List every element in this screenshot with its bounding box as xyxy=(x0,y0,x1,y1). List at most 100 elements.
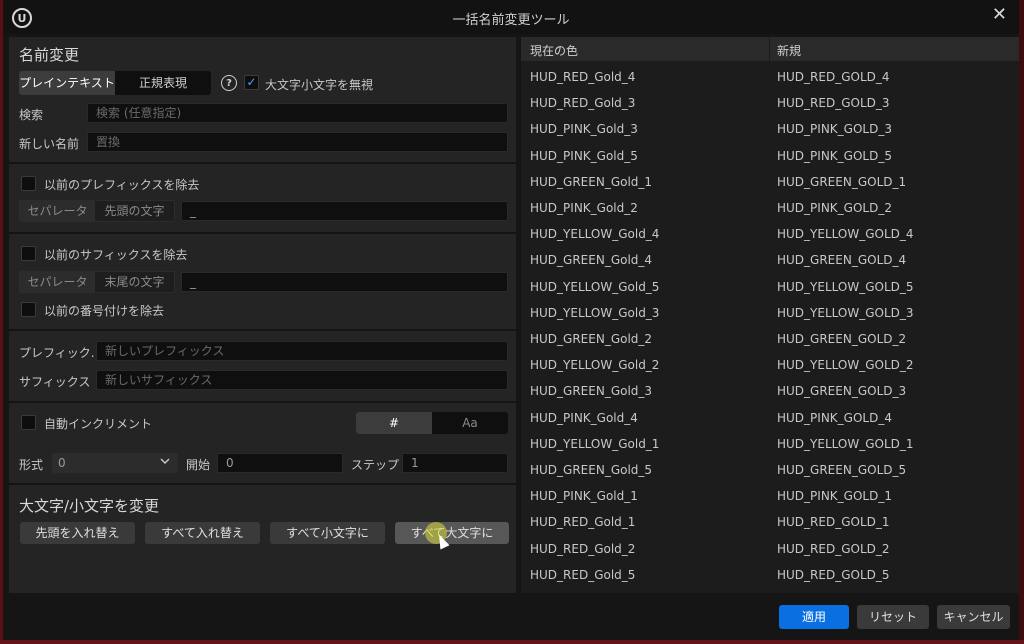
prefix-mode-label: 先頭の文字 xyxy=(95,201,174,221)
all-lowercase-button[interactable]: すべて小文字に xyxy=(270,522,385,544)
current-name-cell: HUD_YELLOW_Gold_2 xyxy=(530,358,660,373)
table-row[interactable]: HUD_PINK_Gold_2 HUD_PINK_GOLD_2 xyxy=(521,195,1019,221)
current-name-cell: HUD_PINK_Gold_4 xyxy=(530,410,638,425)
mode-toggle: プレインテキスト 正規表現 xyxy=(19,71,211,95)
mode-tab-regex[interactable]: 正規表現 xyxy=(115,71,211,95)
new-name-cell: HUD_GREEN_GOLD_3 xyxy=(777,384,907,399)
format-dropdown[interactable]: 0 xyxy=(52,453,178,473)
table-row[interactable]: HUD_RED_Gold_5 HUD_RED_GOLD_5 xyxy=(521,562,1019,588)
capitalize-first-button[interactable]: 先頭を入れ替え xyxy=(20,522,135,544)
table-row[interactable]: HUD_RED_Gold_3 HUD_RED_GOLD_3 xyxy=(521,90,1019,116)
current-name-cell: HUD_YELLOW_Gold_5 xyxy=(530,279,660,294)
table-row[interactable]: HUD_YELLOW_Gold_2 HUD_YELLOW_GOLD_2 xyxy=(521,352,1019,378)
new-name-cell: HUD_GREEN_GOLD_1 xyxy=(777,174,907,189)
table-row[interactable]: HUD_GREEN_Gold_1 HUD_GREEN_GOLD_1 xyxy=(521,169,1019,195)
all-uppercase-button[interactable]: すべて大文字に xyxy=(395,522,509,544)
suffix-input[interactable]: 新しいサフィックス xyxy=(96,370,508,390)
new-name-cell: HUD_PINK_GOLD_5 xyxy=(777,148,892,163)
suffix-separator-mode[interactable]: セパレータ 末尾の文字 xyxy=(19,271,175,293)
increment-style-letter[interactable]: Aa xyxy=(432,412,508,434)
preview-table: 現在の色 新規 HUD_RED_Gold_4 HUD_RED_GOLD_4 HUD_… xyxy=(521,37,1019,593)
current-name-cell: HUD_GREEN_Gold_5 xyxy=(530,463,653,477)
new-name-cell: HUD_YELLOW_GOLD_5 xyxy=(777,279,914,294)
auto-increment-checkbox[interactable] xyxy=(21,415,36,430)
start-input[interactable]: 0 xyxy=(217,453,343,473)
cancel-button[interactable]: キャンセル xyxy=(937,605,1010,629)
prefix-separator-input[interactable]: _ xyxy=(181,201,508,221)
current-name-cell: HUD_PINK_Gold_5 xyxy=(530,148,638,163)
new-name-input[interactable]: 置換 xyxy=(87,132,508,152)
background-edge-bottom xyxy=(0,640,1024,644)
apply-button[interactable]: 適用 xyxy=(779,605,849,629)
title-bar: U 一括名前変更ツール ✕ xyxy=(3,0,1019,34)
step-input[interactable]: 1 xyxy=(402,453,508,473)
new-name-cell: HUD_PINK_GOLD_1 xyxy=(777,489,892,504)
divider xyxy=(9,329,516,331)
table-row[interactable]: HUD_PINK_Gold_1 HUD_PINK_GOLD_1 xyxy=(521,483,1019,509)
new-name-label: 新しい名前 xyxy=(19,137,80,151)
current-name-cell: HUD_RED_Gold_3 xyxy=(530,96,636,111)
table-row[interactable]: HUD_YELLOW_Gold_4 HUD_YELLOW_GOLD_4 xyxy=(521,221,1019,247)
suffix-separator-input[interactable]: _ xyxy=(181,272,508,292)
remove-numbering-label: 以前の番号付けを除去 xyxy=(44,304,165,318)
new-name-cell: HUD_RED_GOLD_4 xyxy=(777,70,890,84)
table-row[interactable]: HUD_GREEN_Gold_2 HUD_GREEN_GOLD_2 xyxy=(521,326,1019,352)
table-row[interactable]: HUD_RED_Gold_1 HUD_RED_GOLD_1 xyxy=(521,509,1019,535)
table-row[interactable]: HUD_PINK_Gold_4 HUD_PINK_GOLD_4 xyxy=(521,405,1019,431)
new-name-cell: HUD_RED_GOLD_5 xyxy=(777,567,890,582)
column-divider[interactable] xyxy=(769,37,770,61)
table-row[interactable]: HUD_PINK_Gold_3 HUD_PINK_GOLD_3 xyxy=(521,116,1019,142)
ignore-case-checkbox[interactable]: ✓ xyxy=(244,75,259,90)
bulk-rename-dialog: U 一括名前変更ツール ✕ 名前変更 プレインテキスト 正規表現 ? ✓ 大文字… xyxy=(3,0,1019,640)
table-row[interactable]: HUD_PINK_Gold_5 HUD_PINK_GOLD_5 xyxy=(521,143,1019,169)
current-name-cell: HUD_GREEN_Gold_3 xyxy=(530,384,653,399)
close-icon[interactable]: ✕ xyxy=(992,4,1007,25)
table-row[interactable]: HUD_RED_Gold_4 HUD_RED_GOLD_4 xyxy=(521,64,1019,90)
column-header-new[interactable]: 新規 xyxy=(777,42,801,59)
background-edge-right xyxy=(1019,0,1024,644)
options-panel: 名前変更 プレインテキスト 正規表現 ? ✓ 大文字小文字を無視 検索 検索 (… xyxy=(9,37,516,593)
current-name-cell: HUD_GREEN_Gold_1 xyxy=(530,174,653,189)
prefix-input[interactable]: 新しいプレフィックス xyxy=(96,341,508,361)
remove-prefix-checkbox[interactable] xyxy=(21,176,36,191)
format-label: 形式 xyxy=(19,458,44,472)
chevron-down-icon xyxy=(160,453,170,473)
remove-numbering-checkbox[interactable] xyxy=(21,302,36,317)
divider xyxy=(9,162,516,164)
divider xyxy=(9,232,516,234)
increment-style-number[interactable]: # xyxy=(356,412,432,434)
current-name-cell: HUD_YELLOW_Gold_3 xyxy=(530,305,660,320)
table-row[interactable]: HUD_YELLOW_Gold_1 HUD_YELLOW_GOLD_1 xyxy=(521,431,1019,457)
table-row[interactable]: HUD_GREEN_Gold_5 HUD_GREEN_GOLD_5 xyxy=(521,457,1019,483)
current-name-cell: HUD_RED_Gold_5 xyxy=(530,567,636,582)
new-name-cell: HUD_RED_GOLD_2 xyxy=(777,541,890,556)
current-name-cell: HUD_RED_Gold_4 xyxy=(530,70,636,84)
new-name-cell: HUD_PINK_GOLD_2 xyxy=(777,201,892,215)
current-name-cell: HUD_PINK_Gold_1 xyxy=(530,489,638,504)
remove-suffix-label: 以前のサフィックスを除去 xyxy=(44,248,188,262)
new-name-cell: HUD_PINK_GOLD_4 xyxy=(777,410,892,425)
suffix-separator-label: セパレータ xyxy=(27,275,88,289)
search-label: 検索 xyxy=(19,108,44,122)
table-row[interactable]: HUD_GREEN_Gold_3 HUD_GREEN_GOLD_3 xyxy=(521,378,1019,404)
new-name-cell: HUD_YELLOW_GOLD_2 xyxy=(777,358,914,373)
table-header: 現在の色 新規 xyxy=(521,37,1019,61)
search-input[interactable]: 検索 (任意指定) xyxy=(87,103,508,123)
new-name-cell: HUD_RED_GOLD_1 xyxy=(777,515,890,530)
new-name-cell: HUD_GREEN_GOLD_2 xyxy=(777,332,907,346)
table-row[interactable]: HUD_RED_Gold_2 HUD_RED_GOLD_2 xyxy=(521,536,1019,562)
remove-suffix-checkbox[interactable] xyxy=(21,246,36,261)
help-icon[interactable]: ? xyxy=(221,75,237,91)
reset-button[interactable]: リセット xyxy=(857,605,929,629)
column-header-current[interactable]: 現在の色 xyxy=(530,42,578,59)
rename-section-title: 名前変更 xyxy=(19,46,80,64)
new-name-cell: HUD_PINK_GOLD_3 xyxy=(777,122,892,137)
mode-tab-plain-text[interactable]: プレインテキスト xyxy=(19,71,115,95)
table-row[interactable]: HUD_GREEN_Gold_4 HUD_GREEN_GOLD_4 xyxy=(521,247,1019,273)
step-label: ステップ xyxy=(351,458,400,472)
table-row[interactable]: HUD_YELLOW_Gold_3 HUD_YELLOW_GOLD_3 xyxy=(521,300,1019,326)
new-name-cell: HUD_GREEN_GOLD_5 xyxy=(777,463,907,477)
swap-all-button[interactable]: すべて入れ替え xyxy=(145,522,260,544)
table-row[interactable]: HUD_YELLOW_Gold_5 HUD_YELLOW_GOLD_5 xyxy=(521,274,1019,300)
prefix-separator-mode[interactable]: セパレータ 先頭の文字 xyxy=(19,200,175,222)
